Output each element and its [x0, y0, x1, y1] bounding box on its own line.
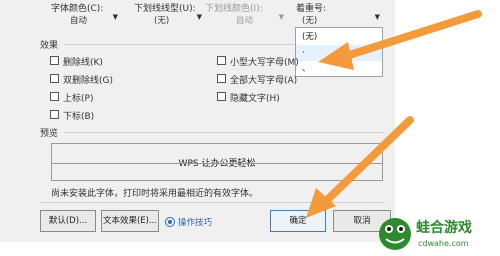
watermark-logo: 蛙合游戏 cdwahe.com [376, 214, 500, 254]
watermark-name: 蛙合游戏 [416, 220, 472, 236]
watermark-url: cdwahe.com [418, 239, 469, 248]
arrow-to-ok-button-icon [306, 116, 414, 218]
frog-logo-icon [379, 218, 411, 250]
arrow-to-dropdown-icon [318, 10, 482, 70]
